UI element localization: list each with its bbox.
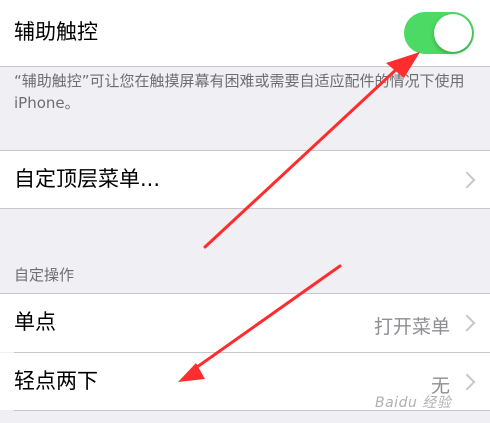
- toggle-knob: [434, 14, 472, 52]
- baidu-watermark: Baidu 经验: [375, 395, 452, 411]
- single-tap-label: 单点: [14, 310, 56, 334]
- assistive-touch-description: “辅助触控”可让您在触摸屏幕有困难或需要自适应配件的情况下使用 iPhone。: [14, 72, 465, 112]
- single-tap-cell[interactable]: 单点 打开菜单: [0, 294, 490, 352]
- assistive-touch-label: 辅助触控: [14, 20, 98, 44]
- customize-top-menu-cell[interactable]: 自定顶层菜单...: [0, 151, 490, 208]
- chevron-right-icon: [458, 314, 476, 332]
- single-tap-value: 打开菜单: [373, 316, 450, 338]
- chevron-right-icon: [458, 171, 476, 189]
- customize-top-menu-label: 自定顶层菜单...: [14, 167, 161, 191]
- divider: [0, 208, 490, 209]
- divider: [0, 66, 490, 67]
- double-tap-label: 轻点两下: [14, 369, 98, 393]
- assistive-touch-cell: 辅助触控: [0, 0, 490, 66]
- custom-actions-header: 自定操作: [14, 266, 75, 284]
- chevron-right-icon: [458, 373, 476, 391]
- assistive-touch-toggle[interactable]: [404, 12, 474, 54]
